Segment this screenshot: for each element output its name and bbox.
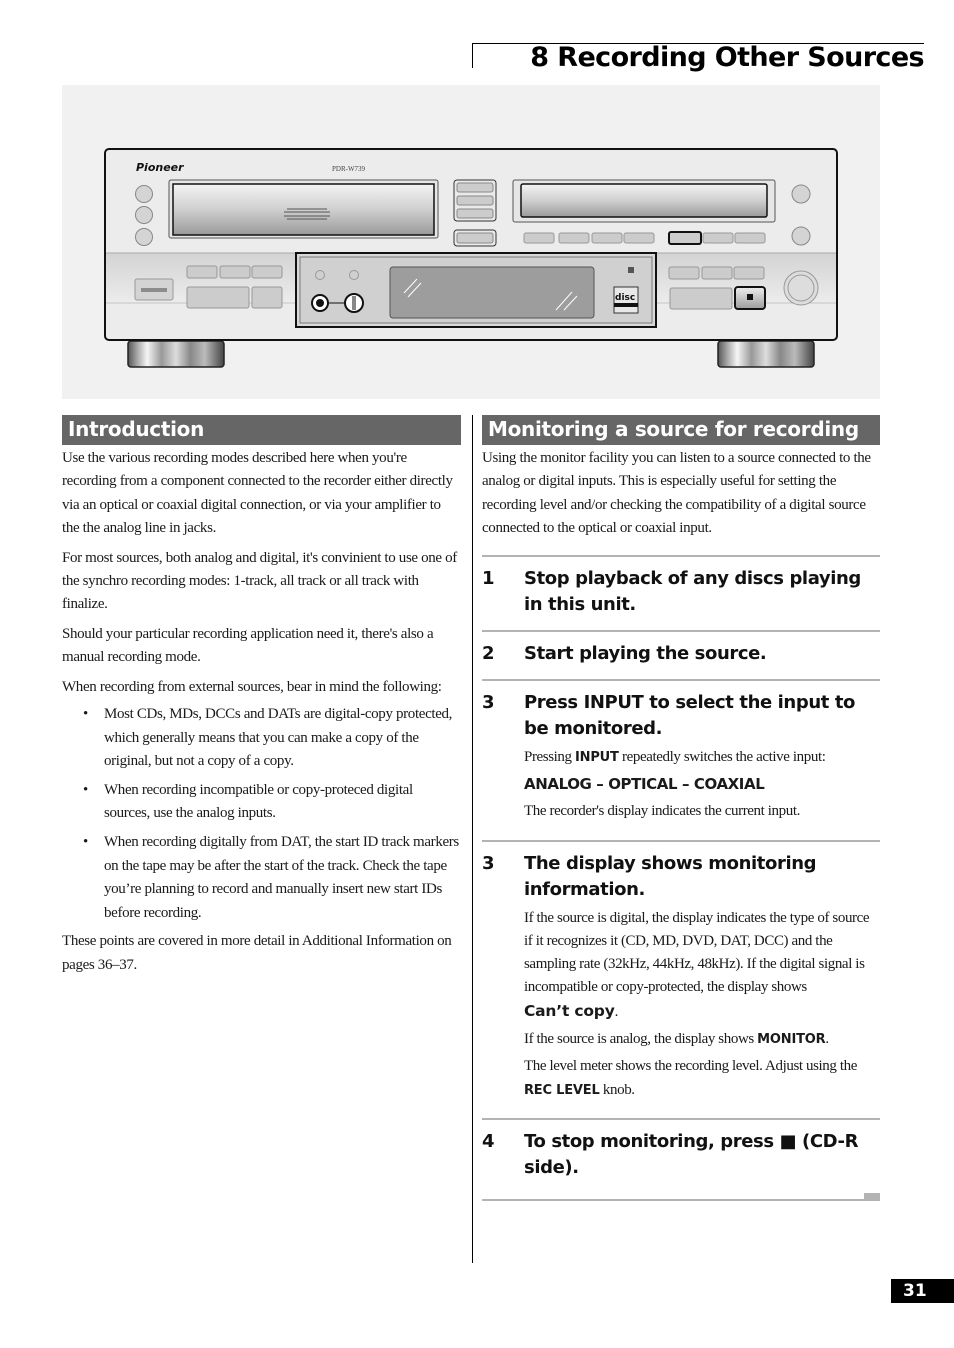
right-foot <box>717 340 815 368</box>
column-divider <box>472 415 473 1263</box>
section-end-rule <box>482 1192 880 1201</box>
bullet-icon: • <box>83 834 88 851</box>
input-sequence: ANALOG – OPTICAL – COAXIAL <box>524 774 765 793</box>
closing-paragraph: These points are covered in more detail … <box>62 933 452 973</box>
display-message-monitor: MONITOR <box>757 1032 826 1047</box>
list-item: • When recording incompatible or copy-pro… <box>62 779 461 826</box>
step-text: If the source is analog, the display sho… <box>524 1031 829 1047</box>
model-label: PDR-W739 <box>332 165 366 173</box>
step-2: 2 Start playing the source. <box>482 629 880 679</box>
display-message-cant-copy: Can’t copy <box>524 1001 615 1020</box>
intro-paragraph: Should your particular recording applica… <box>62 625 434 666</box>
monitoring-section: Monitoring a source for recording Using … <box>482 415 880 1201</box>
rec-level-label: REC LEVEL <box>524 1082 600 1098</box>
page-number: 31 <box>891 1279 954 1303</box>
step-text: The level meter shows the recording leve… <box>524 1058 857 1098</box>
list-item: • When recording digitally from DAT, the … <box>62 831 461 925</box>
step-heading: To stop monitoring, press ■ (CD-R side). <box>524 1130 859 1178</box>
step-number: 4 <box>482 1130 495 1152</box>
header-rule-tick <box>472 43 473 68</box>
list-item: • Most CDs, MDs, DCCs and DATs are digita… <box>62 703 461 774</box>
section-heading-introduction: Introduction <box>62 415 461 445</box>
step-text: Pressing INPUT repeatedly switches the a… <box>524 748 826 765</box>
left-foot <box>127 340 225 368</box>
svg-text:disc: disc <box>615 293 635 303</box>
step-number: 3 <box>482 852 495 874</box>
intro-paragraph: Use the various recording modes describe… <box>62 450 453 537</box>
bullet-icon: • <box>83 706 88 723</box>
step-text: The recorder's display indicates the cur… <box>524 803 800 820</box>
step-3-display: 3 The display shows monitoring informatio… <box>482 839 880 1118</box>
input-key-label: INPUT <box>575 749 619 765</box>
step-heading: Start playing the source. <box>524 642 767 664</box>
step-text: If the source is digital, the display in… <box>524 909 870 1020</box>
step-number: 2 <box>482 642 495 664</box>
brand-logo: Pioneer <box>136 161 184 174</box>
step-heading: Press INPUT to select the input to be mo… <box>524 691 855 739</box>
section-heading-monitoring: Monitoring a source for recording <box>482 415 880 445</box>
step-heading: The display shows monitoring information… <box>524 852 817 900</box>
monitoring-intro: Using the monitor facility you can liste… <box>482 450 871 537</box>
bullet-icon: • <box>83 781 88 798</box>
step-number: 1 <box>482 567 495 589</box>
step-3-input: 3 Press INPUT to select the input to be m… <box>482 678 880 840</box>
cd-recorder-drawing: Pioneer PDR-W739 disc <box>104 148 838 368</box>
step-4: 4 To stop monitoring, press ■ (CD-R side)… <box>482 1117 880 1199</box>
step-1: 1 Stop playback of any discs playing in t… <box>482 554 880 630</box>
rec-level-knob <box>783 270 819 306</box>
introduction-section: Introduction Use the various recording m… <box>62 415 461 977</box>
considerations-list: • Most CDs, MDs, DCCs and DATs are digita… <box>62 703 461 925</box>
intro-paragraph: For most sources, both analog and digita… <box>62 549 457 613</box>
end-marker <box>864 1192 880 1199</box>
step-number: 3 <box>482 691 495 713</box>
product-illustration: Pioneer PDR-W739 disc <box>62 85 880 399</box>
intro-paragraph: When recording from external sources, be… <box>62 678 442 695</box>
chapter-title: 8 Recording Other Sources <box>530 42 924 73</box>
step-heading: Stop playback of any discs playing in th… <box>524 567 861 615</box>
